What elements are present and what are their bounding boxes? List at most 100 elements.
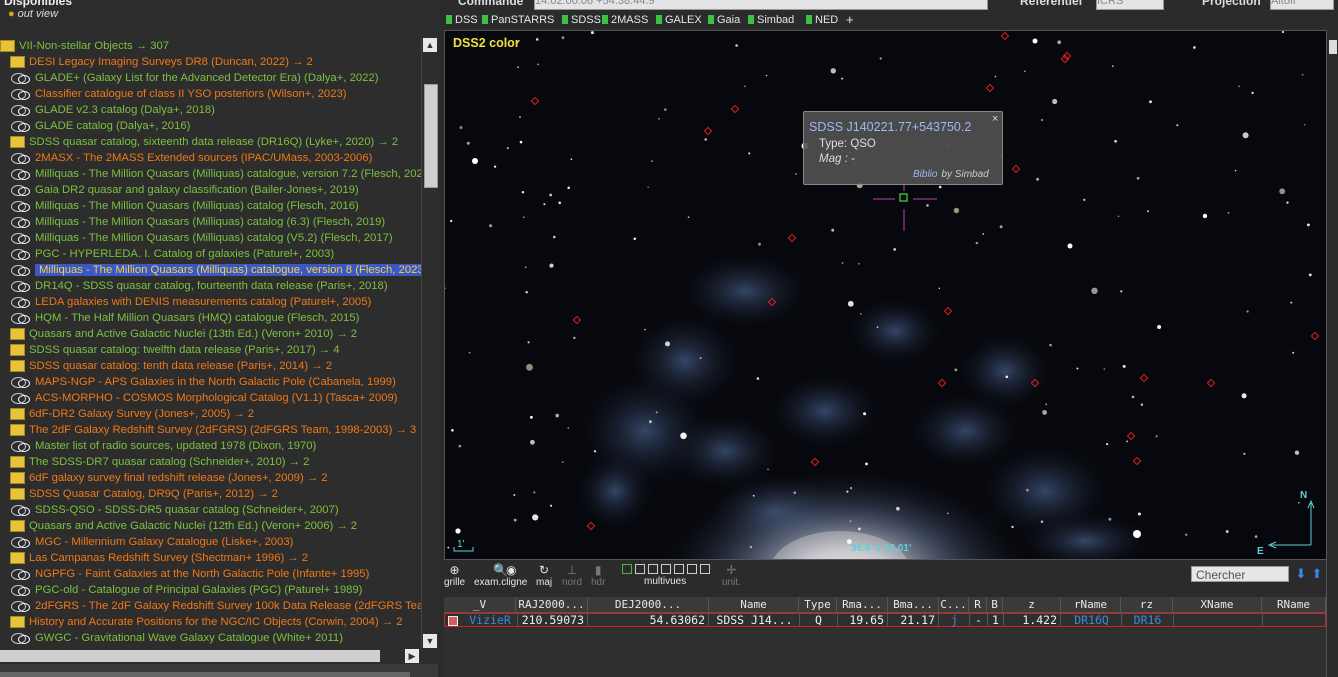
layout-split-icon[interactable] xyxy=(635,564,645,574)
search-input[interactable]: Chercher xyxy=(1191,566,1289,582)
tree-catalog-item[interactable]: Milliquas - The Million Quasars (Milliqu… xyxy=(10,198,359,214)
survey-dss[interactable]: DSS xyxy=(446,14,478,26)
tree-folder[interactable]: Las Campanas Redshift Survey (Shectman+ … xyxy=(10,550,308,566)
column-header[interactable]: RName xyxy=(1262,597,1326,612)
refresh-tool[interactable]: ↻ maj xyxy=(536,563,552,588)
tree-folder[interactable]: SDSS quasar catalog, sixteenth data rele… xyxy=(10,134,398,150)
column-header[interactable]: rName xyxy=(1061,597,1121,612)
grid-tool[interactable]: ⊕ grille xyxy=(444,563,465,588)
tree-catalog-item[interactable]: GLADE+ (Galaxy List for the Advanced Det… xyxy=(10,70,378,86)
projection-select[interactable]: Aitoff xyxy=(1270,0,1334,10)
tree-catalog-item[interactable]: GLADE catalog (Dalya+, 2016) xyxy=(10,118,190,134)
column-header[interactable]: z xyxy=(1003,597,1061,612)
scroll-up-icon[interactable]: ▲ xyxy=(423,38,437,52)
tree-catalog-item[interactable]: Gaia DR2 quasar and galaxy classificatio… xyxy=(10,182,359,198)
tree-catalog-item[interactable]: Milliquas - The Million Quasars (Milliqu… xyxy=(10,166,421,182)
out-view-toggle[interactable]: ● out view xyxy=(8,8,58,20)
table-row[interactable]: VizieR 210.59073 54.63062 SDSS J14... Q 19.65… xyxy=(444,613,1327,627)
side-button[interactable] xyxy=(1329,40,1337,54)
column-header[interactable]: Bma... xyxy=(888,597,939,612)
layout-nine-icon[interactable] xyxy=(674,564,684,574)
tree-catalog-item[interactable]: MAPS-NGP - APS Galaxies in the North Gal… xyxy=(10,374,396,390)
command-input[interactable]: 14:02:00.06 +54:38:44.9 xyxy=(534,0,988,10)
north-tool[interactable]: ⊥ nord xyxy=(562,563,582,588)
tree-folder[interactable]: Quasars and Active Galactic Nuclei (12th… xyxy=(10,518,357,534)
layout-sixteen-icon[interactable] xyxy=(687,564,697,574)
arrow-down-icon[interactable]: ⬇ xyxy=(1294,567,1308,581)
column-header[interactable]: R xyxy=(969,597,987,612)
tree-folder[interactable]: 6dF-DR2 Galaxy Survey (Jones+, 2005) → 2 xyxy=(10,406,254,422)
tree-catalog-item[interactable]: LEDA galaxies with DENIS measurements ca… xyxy=(10,294,371,310)
tree-catalog-item[interactable]: Classifier catalogue of class II YSO pos… xyxy=(10,86,347,102)
column-header[interactable]: Rma... xyxy=(837,597,888,612)
popup-title[interactable]: SDSS J140221.77+543750.2 xyxy=(809,120,971,134)
tree-catalog-item[interactable]: GWGC - Gravitational Wave Galaxy Catalog… xyxy=(10,630,343,646)
survey-gaia[interactable]: Gaia xyxy=(708,14,740,26)
column-header[interactable]: C... xyxy=(939,597,969,612)
sky-image-view[interactable]: DSS2 color 1' 36.6' x 22.01' N E SDSS J1… xyxy=(444,30,1328,560)
add-survey-button[interactable]: + xyxy=(846,12,854,27)
hdr-tool[interactable]: ▮ hdr xyxy=(591,563,605,588)
survey-2mass[interactable]: 2MASS xyxy=(602,14,648,26)
tree-folder[interactable]: Quasars and Active Galactic Nuclei (13th… xyxy=(10,326,357,342)
tree-catalog-item[interactable]: DR14Q - SDSS quasar catalog, fourteenth … xyxy=(10,278,388,294)
column-header[interactable]: Name xyxy=(709,597,799,612)
tree-folder[interactable]: The 2dF Galaxy Redshift Survey (2dFGRS) … xyxy=(10,422,416,438)
tree-vertical-scrollbar[interactable]: ▲ ▼ xyxy=(421,38,438,648)
column-header[interactable]: DEJ2000... xyxy=(588,597,709,612)
layout-quad-icon[interactable] xyxy=(648,564,658,574)
arrow-up-icon[interactable]: ⬆ xyxy=(1310,567,1324,581)
tree-folder[interactable]: History and Accurate Positions for the N… xyxy=(10,614,403,630)
tree-catalog-item[interactable]: GLADE v2.3 catalog (Dalya+, 2018) xyxy=(10,102,215,118)
tree-folder[interactable]: The SDSS-DR7 quasar catalog (Schneider+,… xyxy=(10,454,309,470)
tree-catalog-item[interactable]: HQM - The Half Million Quasars (HMQ) cat… xyxy=(10,310,359,326)
tree-catalog-item[interactable]: MGC - Millennium Galaxy Catalogue (Liske… xyxy=(10,534,293,550)
tree-catalog-item[interactable]: PGC-old - Catalogue of Principal Galaxie… xyxy=(10,582,362,598)
column-header[interactable]: RAJ2000... xyxy=(516,597,588,612)
tree-catalog-item[interactable]: ACS-MORPHO - COSMOS Morphological Catalo… xyxy=(10,390,398,406)
biblio-link[interactable]: Biblio xyxy=(913,169,937,180)
table-cell[interactable]: DR16Q xyxy=(1062,613,1122,627)
layout-single-icon[interactable] xyxy=(622,564,632,574)
tree-catalog-item[interactable]: Master list of radio sources, updated 19… xyxy=(10,438,316,454)
tree-catalog-item[interactable]: Milliquas - The Million Quasars (Milliqu… xyxy=(10,262,421,278)
tree-horizontal-scrollbar[interactable]: ▶ xyxy=(0,648,421,664)
column-header[interactable]: rz xyxy=(1121,597,1173,612)
table-cell[interactable]: DR16 xyxy=(1122,613,1174,627)
hscroll-thumb[interactable] xyxy=(0,650,380,662)
unit-tool[interactable]: ✛ unit. xyxy=(722,563,741,588)
survey-panstarrs[interactable]: PanSTARRS xyxy=(482,14,554,26)
tree-folder[interactable]: 6dF galaxy survey final redshift release… xyxy=(10,470,328,486)
table-cell[interactable]: j xyxy=(940,613,970,627)
survey-simbad[interactable]: Simbad xyxy=(748,14,794,26)
magnifier-tool[interactable]: 🔍 exam.cligne xyxy=(474,563,527,588)
tree-folder[interactable]: DESI Legacy Imaging Surveys DR8 (Duncan,… xyxy=(10,54,313,70)
close-icon[interactable]: × xyxy=(992,113,998,125)
layout-grid-icon[interactable] xyxy=(700,564,710,574)
tree-folder[interactable]: SDSS quasar catalog: twelfth data releas… xyxy=(10,342,340,358)
tree-catalog-item[interactable]: 2dFGRS - The 2dF Galaxy Redshift Survey … xyxy=(10,598,421,614)
survey-sdss[interactable]: SDSS xyxy=(562,14,601,26)
frame-select[interactable]: ICRS xyxy=(1096,0,1164,10)
survey-galex[interactable]: GALEX xyxy=(656,14,702,26)
layout-six-icon[interactable] xyxy=(661,564,671,574)
tree-catalog-item[interactable]: NGPFG - Faint Galaxies at the North Gala… xyxy=(10,566,369,582)
tree-catalog-item[interactable]: PGC - HYPERLEDA. I. Catalog of galaxies … xyxy=(10,246,334,262)
column-header[interactable]: XName xyxy=(1173,597,1262,612)
scroll-right-icon[interactable]: ▶ xyxy=(405,649,419,663)
tree-catalog-item[interactable]: 2MASX - The 2MASS Extended sources (IPAC… xyxy=(10,150,372,166)
tree-folder[interactable]: VII-Non-stellar Objects → 307 xyxy=(0,38,169,54)
scroll-down-icon[interactable]: ▼ xyxy=(423,634,437,648)
column-header[interactable]: B xyxy=(987,597,1003,612)
tree-folder[interactable]: SDSS Quasar Catalog, DR9Q (Paris+, 2012)… xyxy=(10,486,278,502)
column-header[interactable]: Type xyxy=(799,597,837,612)
eye-tool[interactable]: ◉ xyxy=(506,563,516,577)
survey-ned[interactable]: NED xyxy=(806,14,838,26)
table-cell[interactable]: VizieR xyxy=(463,613,518,627)
row-marker-icon[interactable] xyxy=(448,616,458,626)
tree-catalog-item[interactable]: Milliquas - The Million Quasars (Milliqu… xyxy=(10,214,385,230)
tree-folder[interactable]: SDSS quasar catalog: tenth data release … xyxy=(10,358,332,374)
column-header[interactable]: _V xyxy=(444,597,516,612)
tree-catalog-item[interactable]: SDSS-QSO - SDSS-DR5 quasar catalog (Schn… xyxy=(10,502,339,518)
scroll-thumb[interactable] xyxy=(424,84,438,188)
